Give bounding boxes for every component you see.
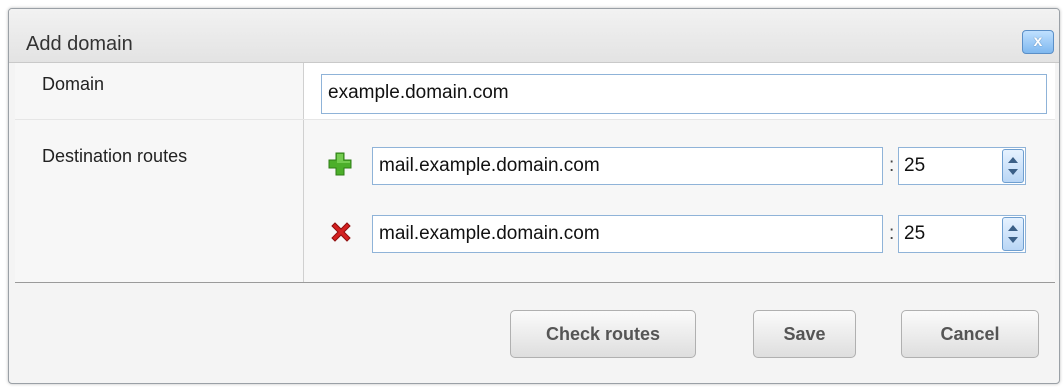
spinner-arrows[interactable] [1002,149,1024,183]
dialog-titlebar[interactable]: Add domain x [9,9,1059,63]
remove-icon[interactable] [329,220,353,244]
up-down-arrows-icon [1008,157,1018,175]
spinner-arrows[interactable] [1002,217,1024,251]
add-domain-dialog: Add domain x Domain example.domain.com D… [8,8,1060,384]
dialog-footer: Check routes Save Cancel [15,283,1055,383]
domain-input[interactable]: example.domain.com [321,74,1047,114]
port-spinner[interactable]: 25 [898,215,1026,253]
form-area: Domain example.domain.com Destination ro… [15,63,1055,283]
port-spinner[interactable]: 25 [898,147,1026,185]
row-divider [15,119,1055,120]
port-value: 25 [904,155,926,176]
check-routes-button[interactable]: Check routes [510,310,696,358]
save-button[interactable]: Save [753,310,856,358]
label-column [15,63,304,282]
destination-routes-label: Destination routes [42,146,188,166]
close-button[interactable]: x [1022,30,1054,54]
dialog-title: Add domain [26,33,133,55]
port-separator: : [889,155,895,176]
route-host-input[interactable]: mail.example.domain.com [372,147,883,185]
routes-row-background [304,120,1055,282]
cancel-button[interactable]: Cancel [901,310,1039,358]
up-down-arrows-icon [1008,225,1018,243]
port-value: 25 [904,223,926,244]
domain-label: Domain [42,74,105,94]
add-icon[interactable] [328,152,352,176]
route-host-input[interactable]: mail.example.domain.com [372,215,883,253]
port-separator: : [889,223,895,244]
close-icon: x [1033,33,1043,50]
